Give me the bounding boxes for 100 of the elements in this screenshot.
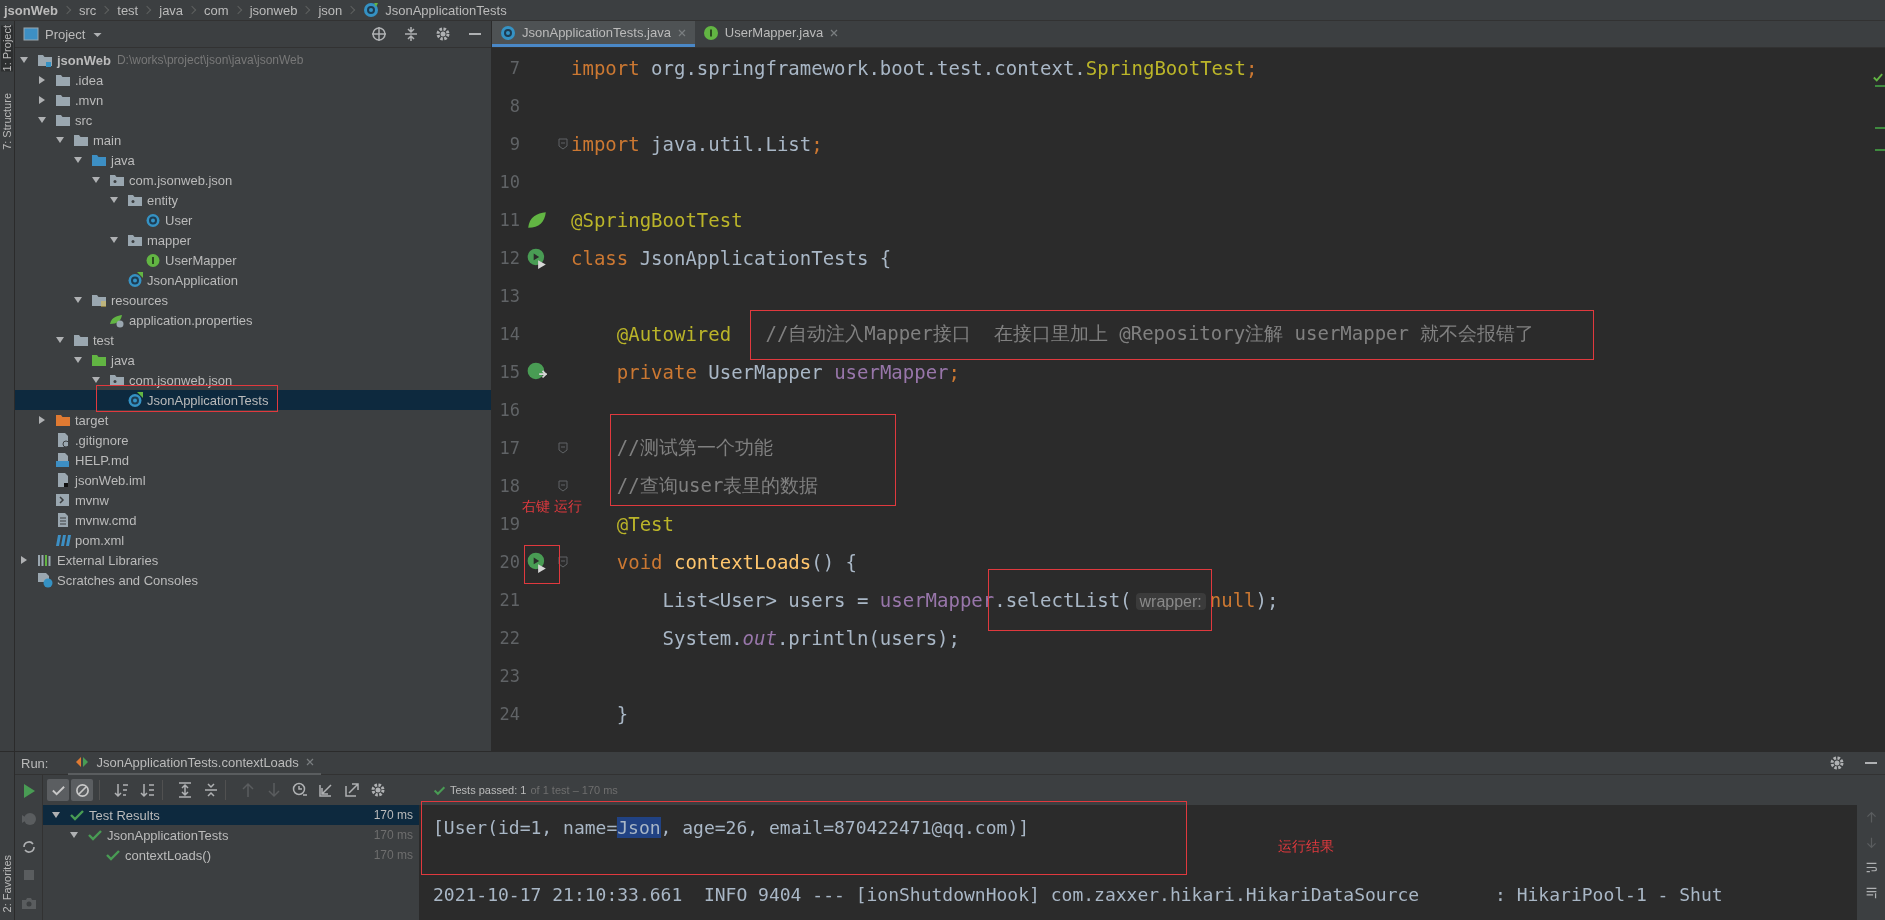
console-output: [User(id=1, name=Json, age=26, email=870422471@qq.com)]	[433, 817, 1030, 838]
tree-label: Scratches and Consoles	[57, 572, 198, 588]
breadcrumb-item[interactable]: com	[204, 2, 229, 18]
tree-label: test	[93, 332, 114, 348]
tree-item[interactable]: com.jsonweb.json	[15, 170, 491, 190]
settings-icon[interactable]	[1829, 755, 1845, 771]
breadcrumb-item[interactable]: test	[117, 2, 139, 18]
editor-tab[interactable]: JsonApplicationTests.java	[492, 21, 695, 47]
tree-item[interactable]: HELP.md	[15, 450, 491, 470]
tree-item[interactable]: jsonWeb.iml	[15, 470, 491, 490]
tree-item[interactable]: target	[15, 410, 491, 430]
run-test-icon[interactable]	[526, 247, 548, 269]
fold-marker-icon[interactable]	[557, 556, 568, 568]
tree-item[interactable]: mvnw	[15, 490, 491, 510]
package-icon	[109, 172, 125, 188]
test-name: Test Results	[89, 807, 160, 823]
tree-label: main	[93, 132, 122, 148]
collapse-icon[interactable]	[403, 26, 419, 42]
line-number: 19	[498, 514, 520, 534]
scroll-end-icon[interactable]	[1864, 886, 1878, 899]
tree-item[interactable]: Scratches and Consoles	[15, 570, 491, 590]
locate-icon[interactable]	[371, 26, 387, 42]
breadcrumb-item[interactable]: json	[318, 2, 343, 18]
editor-tab[interactable]: UserMapper.java	[694, 21, 848, 47]
tree-label: mvnw.cmd	[75, 512, 137, 528]
panel-title[interactable]: Project	[45, 26, 86, 42]
tree-label: jsonWeb.iml	[75, 472, 146, 488]
tree-item[interactable]: pom.xml	[15, 530, 491, 550]
tree-item[interactable]: mapper	[15, 230, 491, 250]
breadcrumb-item[interactable]: jsonWeb	[4, 2, 58, 18]
run-config-icon	[74, 754, 91, 770]
sort-icon[interactable]	[114, 782, 130, 798]
expand-arrow-icon[interactable]	[37, 415, 47, 425]
history-icon[interactable]	[292, 782, 308, 798]
sort-icon[interactable]	[140, 782, 156, 798]
tree-label: HELP.md	[75, 452, 129, 468]
tree-item[interactable]: test	[15, 330, 491, 350]
interface-icon	[702, 24, 719, 41]
export-icon[interactable]	[344, 782, 360, 798]
tool-window-tab[interactable]: 7: Structure	[1, 93, 13, 151]
settings-icon[interactable]	[370, 782, 386, 798]
expand-arrow-icon[interactable]	[109, 235, 119, 245]
tree-label: entity	[147, 192, 179, 208]
tree-item[interactable]: main	[15, 130, 491, 150]
breadcrumb-item[interactable]: JsonApplicationTests	[385, 2, 507, 18]
close-icon[interactable]	[304, 757, 315, 767]
check-icon	[87, 827, 103, 843]
show-passed-toggle[interactable]	[47, 779, 69, 801]
run-test-icon[interactable]	[526, 551, 548, 573]
file-icon	[55, 432, 71, 448]
test-result-item[interactable]: Test Results 170 ms	[43, 805, 419, 825]
tree-label: UserMapper	[165, 252, 237, 268]
tree-item[interactable]: src	[15, 110, 491, 130]
breadcrumb-item[interactable]: src	[78, 2, 97, 18]
tree-item[interactable]: .mvn	[15, 90, 491, 110]
close-icon[interactable]	[829, 27, 840, 38]
folder-icon	[73, 132, 89, 148]
class-icon	[363, 2, 380, 18]
settings-icon[interactable]	[435, 26, 451, 42]
collapse-all-icon[interactable]	[203, 782, 219, 798]
fold-marker-icon[interactable]	[557, 138, 568, 150]
tree-item[interactable]: User	[15, 210, 491, 230]
tool-window-tab[interactable]: 2: Favorites	[1, 854, 13, 912]
package-icon	[109, 372, 125, 388]
tool-window-tab[interactable]: 1: Project	[1, 25, 13, 72]
tree-item[interactable]: JsonApplication	[15, 270, 491, 290]
tree-item[interactable]: resources	[15, 290, 491, 310]
run-tab[interactable]: JsonApplicationTests.contextLoads	[68, 751, 321, 775]
line-number: 12	[498, 248, 520, 268]
tree-item[interactable]: UserMapper	[15, 250, 491, 270]
expand-all-icon[interactable]	[177, 782, 193, 798]
tree-item[interactable]: mvnw.cmd	[15, 510, 491, 530]
tree-label: src	[75, 112, 93, 128]
tree-item[interactable]: entity	[15, 190, 491, 210]
show-ignored-toggle[interactable]	[71, 779, 93, 801]
tree-item[interactable]: External Libraries	[15, 550, 491, 570]
import-icon[interactable]	[318, 782, 334, 798]
code-line: @SpringBootTest	[571, 209, 743, 231]
code-line: class JsonApplicationTests {	[571, 247, 892, 269]
expand-arrow-icon[interactable]	[73, 295, 83, 305]
tree-item[interactable]: jsonWeb D:\works\project\json\java\jsonWeb	[15, 50, 491, 70]
leaf-gear-icon	[109, 312, 125, 328]
tree-item[interactable]: java	[15, 150, 491, 170]
tree-item[interactable]: .idea	[15, 70, 491, 90]
breadcrumb-item[interactable]: java	[159, 2, 184, 18]
tree-item[interactable]: java	[15, 350, 491, 370]
folder-icon	[91, 352, 107, 368]
package-icon	[127, 232, 143, 248]
tree-item[interactable]: application.properties	[15, 310, 491, 330]
breadcrumb-item[interactable]: jsonweb	[249, 2, 298, 18]
check-icon	[69, 807, 85, 823]
fold-marker-icon[interactable]	[557, 442, 568, 454]
refresh-icon[interactable]	[20, 839, 37, 855]
tree-item[interactable]: JsonApplicationTests	[15, 390, 491, 410]
test-status: Tests passed: 1	[450, 784, 527, 796]
fold-marker-icon[interactable]	[557, 480, 568, 492]
tree-item[interactable]: com.jsonweb.json	[15, 370, 491, 390]
wrap-icon[interactable]	[1864, 861, 1878, 874]
tree-item[interactable]: .gitignore	[15, 430, 491, 450]
expand-arrow-icon[interactable]	[19, 555, 29, 565]
